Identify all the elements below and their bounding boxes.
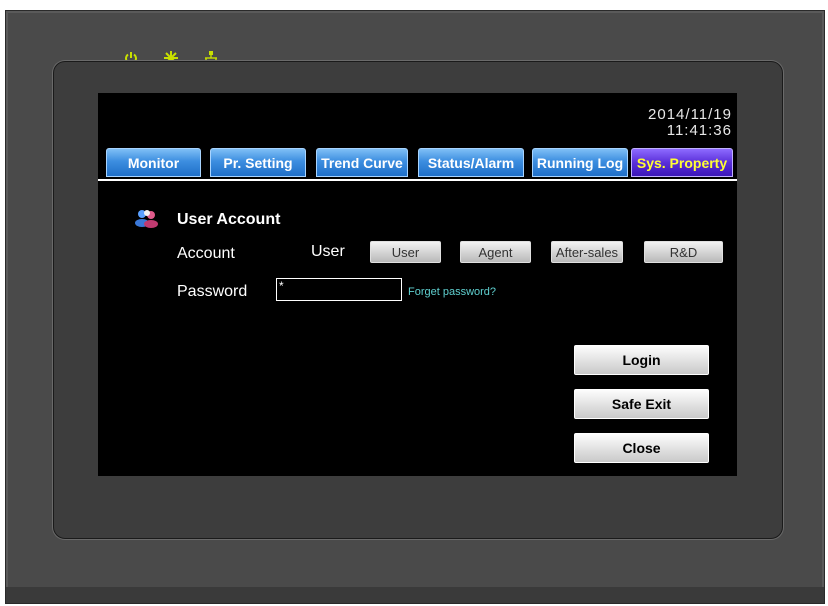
tab-running-log[interactable]: Running Log: [532, 148, 628, 177]
password-input[interactable]: *: [276, 278, 402, 301]
role-rd-button[interactable]: R&D: [644, 241, 723, 263]
hmi-screen: 2014/11/19 11:41:36 Monitor Pr. Setting …: [98, 93, 737, 476]
tab-trend-curve[interactable]: Trend Curve: [316, 148, 408, 177]
role-agent-button[interactable]: Agent: [460, 241, 531, 263]
date-text: 2014/11/19: [648, 106, 732, 123]
tab-divider: [98, 179, 737, 181]
login-button[interactable]: Login: [574, 345, 709, 375]
device-base: [6, 587, 824, 603]
safe-exit-button[interactable]: Safe Exit: [574, 389, 709, 419]
tab-monitor[interactable]: Monitor: [106, 148, 201, 177]
users-icon: [134, 208, 160, 228]
tab-bar: Monitor Pr. Setting Trend Curve Status/A…: [98, 148, 737, 179]
role-user-button[interactable]: User: [370, 241, 441, 263]
tab-status-alarm[interactable]: Status/Alarm: [418, 148, 524, 177]
close-button[interactable]: Close: [574, 433, 709, 463]
tab-pr-setting[interactable]: Pr. Setting: [210, 148, 306, 177]
tab-sys-property[interactable]: Sys. Property: [631, 148, 733, 177]
role-after-sales-button[interactable]: After-sales: [551, 241, 623, 263]
password-label: Password: [177, 283, 248, 300]
forget-password-link[interactable]: Forget password?: [408, 286, 496, 298]
current-user-value: User: [311, 243, 345, 260]
section-title: User Account: [177, 211, 281, 228]
account-label: Account: [177, 245, 235, 262]
time-text: 11:41:36: [666, 122, 732, 139]
datetime-display: 2014/11/19 11:41:36: [648, 107, 732, 139]
